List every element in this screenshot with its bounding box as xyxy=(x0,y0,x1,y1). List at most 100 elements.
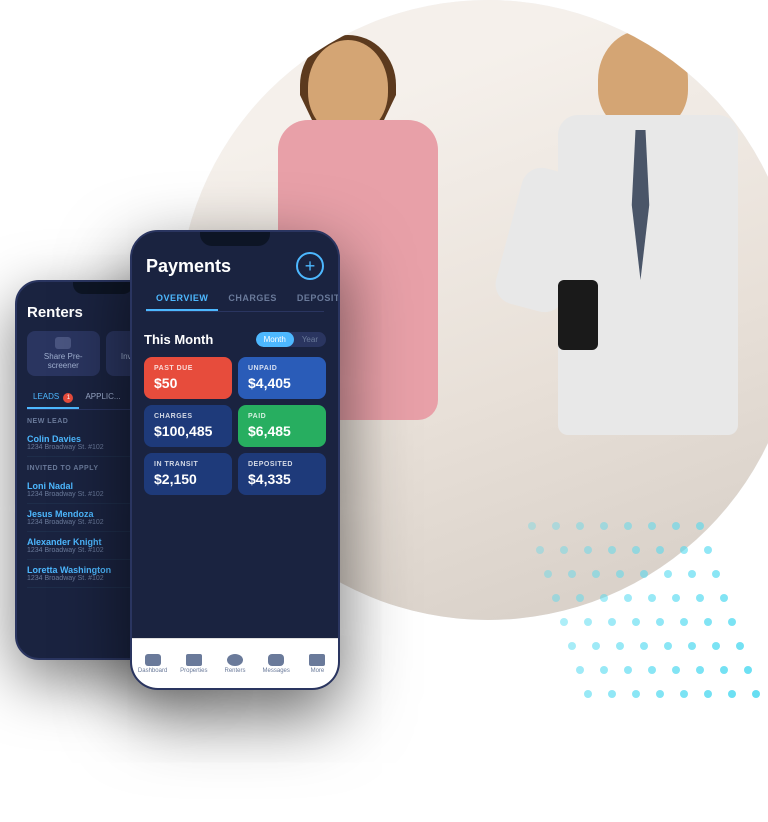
decorative-dot xyxy=(664,570,672,578)
dashboard-icon xyxy=(145,654,161,666)
decorative-dot xyxy=(680,690,688,698)
decorative-dot xyxy=(728,618,736,626)
decorative-dot xyxy=(696,666,704,674)
payments-body: This Month Month Year PAST DUE $50 UNPAI… xyxy=(132,322,338,505)
in-transit-label: IN TRANSIT xyxy=(154,461,222,468)
unpaid-card: UNPAID $4,405 xyxy=(238,357,326,399)
decorative-dot xyxy=(576,522,584,530)
dashboard-nav-label: Dashboard xyxy=(138,668,167,674)
decorative-dot xyxy=(616,642,624,650)
decorative-dot xyxy=(592,570,600,578)
paid-label: PAID xyxy=(248,413,316,420)
decorative-dot xyxy=(680,546,688,554)
phone-in-hand xyxy=(558,280,598,350)
leads-badge: 1 xyxy=(63,393,73,403)
properties-nav-item[interactable]: Properties xyxy=(173,654,214,674)
more-icon xyxy=(309,654,325,666)
decorative-dot xyxy=(688,642,696,650)
messages-nav-item[interactable]: Messages xyxy=(256,654,297,674)
leads-tab-label: LEADS xyxy=(33,392,59,401)
deposits-tab[interactable]: DEPOSITS xyxy=(287,287,340,311)
decorative-dot xyxy=(728,690,736,698)
payments-tabs: OVERVIEW CHARGES DEPOSITS xyxy=(146,287,324,312)
charges-card: CHARGES $100,485 xyxy=(144,405,232,447)
decorative-dot xyxy=(544,570,552,578)
decorative-dot xyxy=(528,522,536,530)
applicants-tab[interactable]: APPLIC... xyxy=(79,388,126,409)
decorative-dot xyxy=(576,594,584,602)
decorative-dot xyxy=(536,546,544,554)
deposited-card: DEPOSITED $4,335 xyxy=(238,453,326,495)
renters-icon xyxy=(227,654,243,666)
properties-icon xyxy=(186,654,202,666)
charges-label: CHARGES xyxy=(154,413,222,420)
share-button-label: Share Pre-screener xyxy=(44,352,83,370)
decorative-dot xyxy=(720,594,728,602)
applicants-tab-label: APPLIC... xyxy=(85,392,120,401)
in-transit-card: IN TRANSIT $2,150 xyxy=(144,453,232,495)
decorative-dot xyxy=(704,546,712,554)
overview-tab[interactable]: OVERVIEW xyxy=(146,287,218,311)
unpaid-value: $4,405 xyxy=(248,375,316,391)
past-due-label: PAST DUE xyxy=(154,365,222,372)
renters-nav-item[interactable]: Renters xyxy=(214,654,255,674)
decorative-dot xyxy=(632,690,640,698)
messages-icon xyxy=(268,654,284,666)
share-prescreener-button[interactable]: Share Pre-screener xyxy=(27,331,100,376)
decorative-dot xyxy=(648,594,656,602)
decorative-dot xyxy=(608,690,616,698)
paid-value: $6,485 xyxy=(248,423,316,439)
share-icon xyxy=(55,337,71,349)
decorative-dot xyxy=(600,522,608,530)
decorative-dot xyxy=(704,690,712,698)
in-transit-value: $2,150 xyxy=(154,471,222,487)
decorative-dot xyxy=(576,666,584,674)
charges-value: $100,485 xyxy=(154,423,222,439)
decorative-dot xyxy=(552,594,560,602)
decorative-dot xyxy=(672,594,680,602)
decorative-dot xyxy=(584,546,592,554)
payment-grid: PAST DUE $50 UNPAID $4,405 CHARGES $100,… xyxy=(144,357,326,495)
decorative-dot xyxy=(704,618,712,626)
decorative-dot xyxy=(584,618,592,626)
period-row: This Month Month Year xyxy=(144,332,326,347)
year-toggle-button[interactable]: Year xyxy=(294,332,326,347)
more-nav-label: More xyxy=(311,668,325,674)
more-nav-item[interactable]: More xyxy=(297,654,338,674)
decorative-dot xyxy=(680,618,688,626)
unpaid-label: UNPAID xyxy=(248,365,316,372)
month-toggle-button[interactable]: Month xyxy=(256,332,294,347)
deposits-tab-label: DEPOSITS xyxy=(297,293,340,303)
charges-tab-label: CHARGES xyxy=(228,293,277,303)
decorative-dot xyxy=(672,522,680,530)
decorative-dot xyxy=(744,666,752,674)
man-figure xyxy=(528,30,768,530)
add-payment-icon[interactable]: + xyxy=(296,252,324,280)
decorative-dot xyxy=(688,570,696,578)
messages-nav-label: Messages xyxy=(263,668,290,674)
decorative-dot xyxy=(600,666,608,674)
decorative-dot xyxy=(632,618,640,626)
leads-tab[interactable]: LEADS 1 xyxy=(27,388,79,409)
decorative-dot xyxy=(656,546,664,554)
past-due-card: PAST DUE $50 xyxy=(144,357,232,399)
paid-card: PAID $6,485 xyxy=(238,405,326,447)
decorative-dot xyxy=(664,642,672,650)
phone-payments: Payments + OVERVIEW CHARGES DEPOSITS Thi… xyxy=(130,230,340,690)
decorative-dot xyxy=(752,690,760,698)
decorative-dot xyxy=(624,522,632,530)
decorative-dot xyxy=(552,522,560,530)
decorative-dot xyxy=(648,666,656,674)
overview-tab-label: OVERVIEW xyxy=(156,293,208,303)
decorative-dot xyxy=(656,690,664,698)
dashboard-nav-item[interactable]: Dashboard xyxy=(132,654,173,674)
decorative-dot xyxy=(624,666,632,674)
decorative-dot xyxy=(560,546,568,554)
man-body xyxy=(558,115,738,435)
deposited-label: DEPOSITED xyxy=(248,461,316,468)
period-label: This Month xyxy=(144,332,213,347)
charges-tab[interactable]: CHARGES xyxy=(218,287,287,311)
period-toggle: Month Year xyxy=(256,332,326,347)
phone-notch xyxy=(73,282,133,294)
decorative-dot xyxy=(696,522,704,530)
